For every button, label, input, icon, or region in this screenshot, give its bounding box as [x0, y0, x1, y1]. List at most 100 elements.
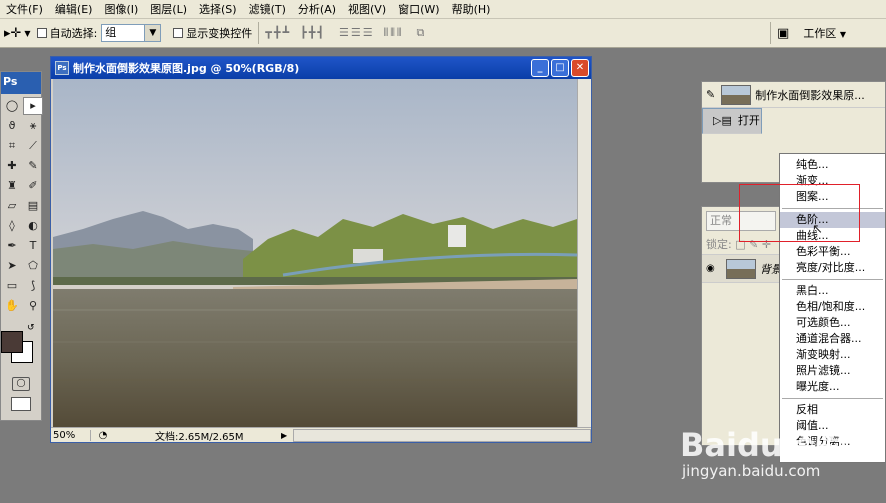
distribute-vcenter-icon[interactable]: ☰ — [351, 26, 361, 40]
menu-item-photo-filter[interactable]: 照片滤镜... — [780, 363, 885, 379]
align-hcenter-icon[interactable]: ╋ — [309, 26, 316, 40]
marquee-tool-icon[interactable]: ◯ — [2, 97, 22, 115]
workspace-button[interactable]: 工作区 ▼ — [803, 25, 846, 41]
eraser-tool-icon[interactable]: ▱ — [2, 197, 22, 215]
bridge-icon[interactable]: ▣ — [777, 26, 789, 41]
quick-mask-icon[interactable]: ◯ — [12, 377, 30, 391]
crop-tool-icon[interactable]: ⌗ — [2, 137, 22, 155]
menu-select[interactable]: 选择(S) — [193, 1, 243, 17]
notes-tool-icon[interactable]: ▭ — [2, 277, 22, 295]
align-vcenter-icon[interactable]: ╋ — [274, 26, 281, 40]
ripple — [53, 341, 577, 343]
menu-item-hue-saturation[interactable]: 色相/饱和度... — [780, 299, 885, 315]
history-state-icon: ▷▤ — [713, 114, 732, 127]
align-top-icon[interactable]: ┳ — [265, 26, 272, 40]
zoom-tool-icon[interactable]: ⚲ — [23, 297, 43, 315]
foreground-color-swatch[interactable] — [1, 331, 23, 353]
distribute-hcenter-icon[interactable]: ⫴ — [390, 26, 395, 40]
distribute-left-icon[interactable]: ⫴ — [384, 26, 389, 40]
menu-item-invert[interactable]: 反相 — [780, 402, 885, 418]
menu-edit[interactable]: 编辑(E) — [49, 1, 99, 17]
blur-tool-icon[interactable]: ◊ — [2, 217, 22, 235]
screen-mode-icon[interactable] — [11, 397, 31, 411]
document-title: 制作水面倒影效果原图.jpg @ 50%(RGB/8) — [73, 62, 300, 75]
menu-item-selective-color[interactable]: 可选颜色... — [780, 315, 885, 331]
move-tool-icon[interactable]: ▸ — [23, 97, 43, 115]
highlight-annotation-box — [739, 184, 860, 242]
slice-tool-icon[interactable]: ⟋ — [23, 137, 43, 155]
menu-view[interactable]: 视图(V) — [342, 1, 392, 17]
options-bar: ▸✛ ▼ 自动选择: 组 ▼ 显示变换控件 ┳ ╋ ┻ ┣ ╋ ┫ ☰ ☰ ☰ … — [0, 19, 886, 48]
dodge-tool-icon[interactable]: ◐ — [23, 217, 43, 235]
building — [448, 225, 466, 247]
document-window: Ps 制作水面倒影效果原图.jpg @ 50%(RGB/8) _ □ ✕ 50%… — [50, 56, 592, 443]
lasso-tool-icon[interactable]: ϑ — [2, 117, 22, 135]
healing-brush-tool-icon[interactable]: ✚ — [2, 157, 22, 175]
chevron-down-icon: ▼ — [839, 30, 846, 39]
mouse-cursor-icon: ↖ — [812, 222, 823, 237]
show-transform-checkbox[interactable] — [173, 28, 184, 38]
status-menu-icon[interactable]: ◔ — [95, 430, 111, 441]
status-arrow-icon[interactable]: ▶ — [281, 431, 287, 440]
eyedropper-tool-icon[interactable]: ⟆ — [23, 277, 43, 295]
type-tool-icon[interactable]: T — [23, 237, 43, 255]
gradient-tool-icon[interactable]: ▤ — [23, 197, 43, 215]
workspace-label: 工作区 — [803, 27, 837, 40]
pen-tool-icon[interactable]: ✒ — [2, 237, 22, 255]
menu-image[interactable]: 图像(I) — [98, 1, 144, 17]
menu-file[interactable]: 文件(F) — [0, 1, 49, 17]
document-title-bar[interactable]: Ps 制作水面倒影效果原图.jpg @ 50%(RGB/8) _ □ ✕ — [51, 57, 591, 79]
menu-item-color-balance[interactable]: 色彩平衡... — [780, 244, 885, 260]
swap-colors-icon[interactable]: ↺ — [27, 323, 35, 333]
path-select-tool-icon[interactable]: ➤ — [2, 257, 22, 275]
horizontal-scrollbar[interactable] — [293, 428, 591, 442]
maximize-button[interactable]: □ — [551, 59, 569, 77]
auto-align-icon[interactable]: ⧉ — [417, 26, 425, 40]
vertical-scrollbar[interactable] — [577, 79, 591, 427]
brush-tool-icon[interactable]: ✎ — [23, 157, 43, 175]
snapshot-label: 制作水面倒影效果原... — [755, 88, 865, 102]
magic-wand-tool-icon[interactable]: ⚹ — [23, 117, 43, 135]
snapshot-brush-icon: ✎ — [706, 88, 716, 101]
menu-layer[interactable]: 图层(L) — [144, 1, 193, 17]
menu-item-channel-mixer[interactable]: 通道混合器... — [780, 331, 885, 347]
image-canvas[interactable] — [53, 79, 577, 427]
align-bottom-icon[interactable]: ┻ — [283, 26, 290, 40]
status-bar: 50% ◔ 文档:2.65M/2.65M ▶ — [51, 427, 591, 443]
tool-preset-dropdown-icon[interactable]: ▼ — [24, 29, 30, 38]
menu-filter[interactable]: 滤镜(T) — [243, 1, 292, 17]
auto-select-checkbox[interactable] — [36, 28, 47, 38]
minimize-button[interactable]: _ — [531, 59, 549, 77]
eye-icon[interactable]: ◉ — [706, 263, 720, 274]
align-left-icon[interactable]: ┣ — [300, 26, 307, 40]
auto-select-dropdown[interactable]: 组 ▼ — [101, 24, 162, 42]
snapshot-thumbnail — [721, 84, 752, 105]
menu-analysis[interactable]: 分析(A) — [292, 1, 342, 17]
history-item[interactable]: ▷▤ 打开 — [702, 108, 762, 134]
building-small — [353, 249, 383, 263]
show-transform-label: 显示变换控件 — [186, 27, 253, 40]
zoom-level[interactable]: 50% — [51, 429, 91, 441]
menu-window[interactable]: 窗口(W) — [392, 1, 445, 17]
distribute-bottom-icon[interactable]: ☰ — [363, 26, 373, 40]
align-right-icon[interactable]: ┫ — [317, 26, 324, 40]
menu-item-exposure[interactable]: 曝光度... — [780, 379, 885, 395]
move-tool-icon[interactable]: ▸✛ — [4, 26, 21, 41]
hand-tool-icon[interactable]: ✋ — [2, 297, 22, 315]
menu-item-black-white[interactable]: 黑白... — [780, 283, 885, 299]
menu-item-gradient-map[interactable]: 渐变映射... — [780, 347, 885, 363]
distribute-right-icon[interactable]: ⫴ — [397, 26, 402, 40]
separator — [258, 22, 260, 44]
lock-label: 锁定: — [706, 238, 732, 251]
distribute-top-icon[interactable]: ☰ — [339, 26, 349, 40]
history-snapshot[interactable]: ✎ 制作水面倒影效果原... — [702, 82, 885, 108]
menu-item-brightness-contrast[interactable]: 亮度/对比度... — [780, 260, 885, 276]
shape-tool-icon[interactable]: ⬠ — [23, 257, 43, 275]
auto-select-label: 自动选择: — [49, 27, 98, 40]
menu-help[interactable]: 帮助(H) — [446, 1, 497, 17]
menu-item-solid-color[interactable]: 纯色... — [780, 157, 885, 173]
history-brush-tool-icon[interactable]: ✐ — [23, 177, 43, 195]
toolbox: Ps ◯ ▸ ϑ ⚹ ⌗ ⟋ ✚ ✎ ♜ ✐ ▱ ▤ ◊ ◐ ✒ T ➤ ⬠ ▭… — [0, 71, 43, 421]
close-button[interactable]: ✕ — [571, 59, 589, 77]
clone-stamp-tool-icon[interactable]: ♜ — [2, 177, 22, 195]
